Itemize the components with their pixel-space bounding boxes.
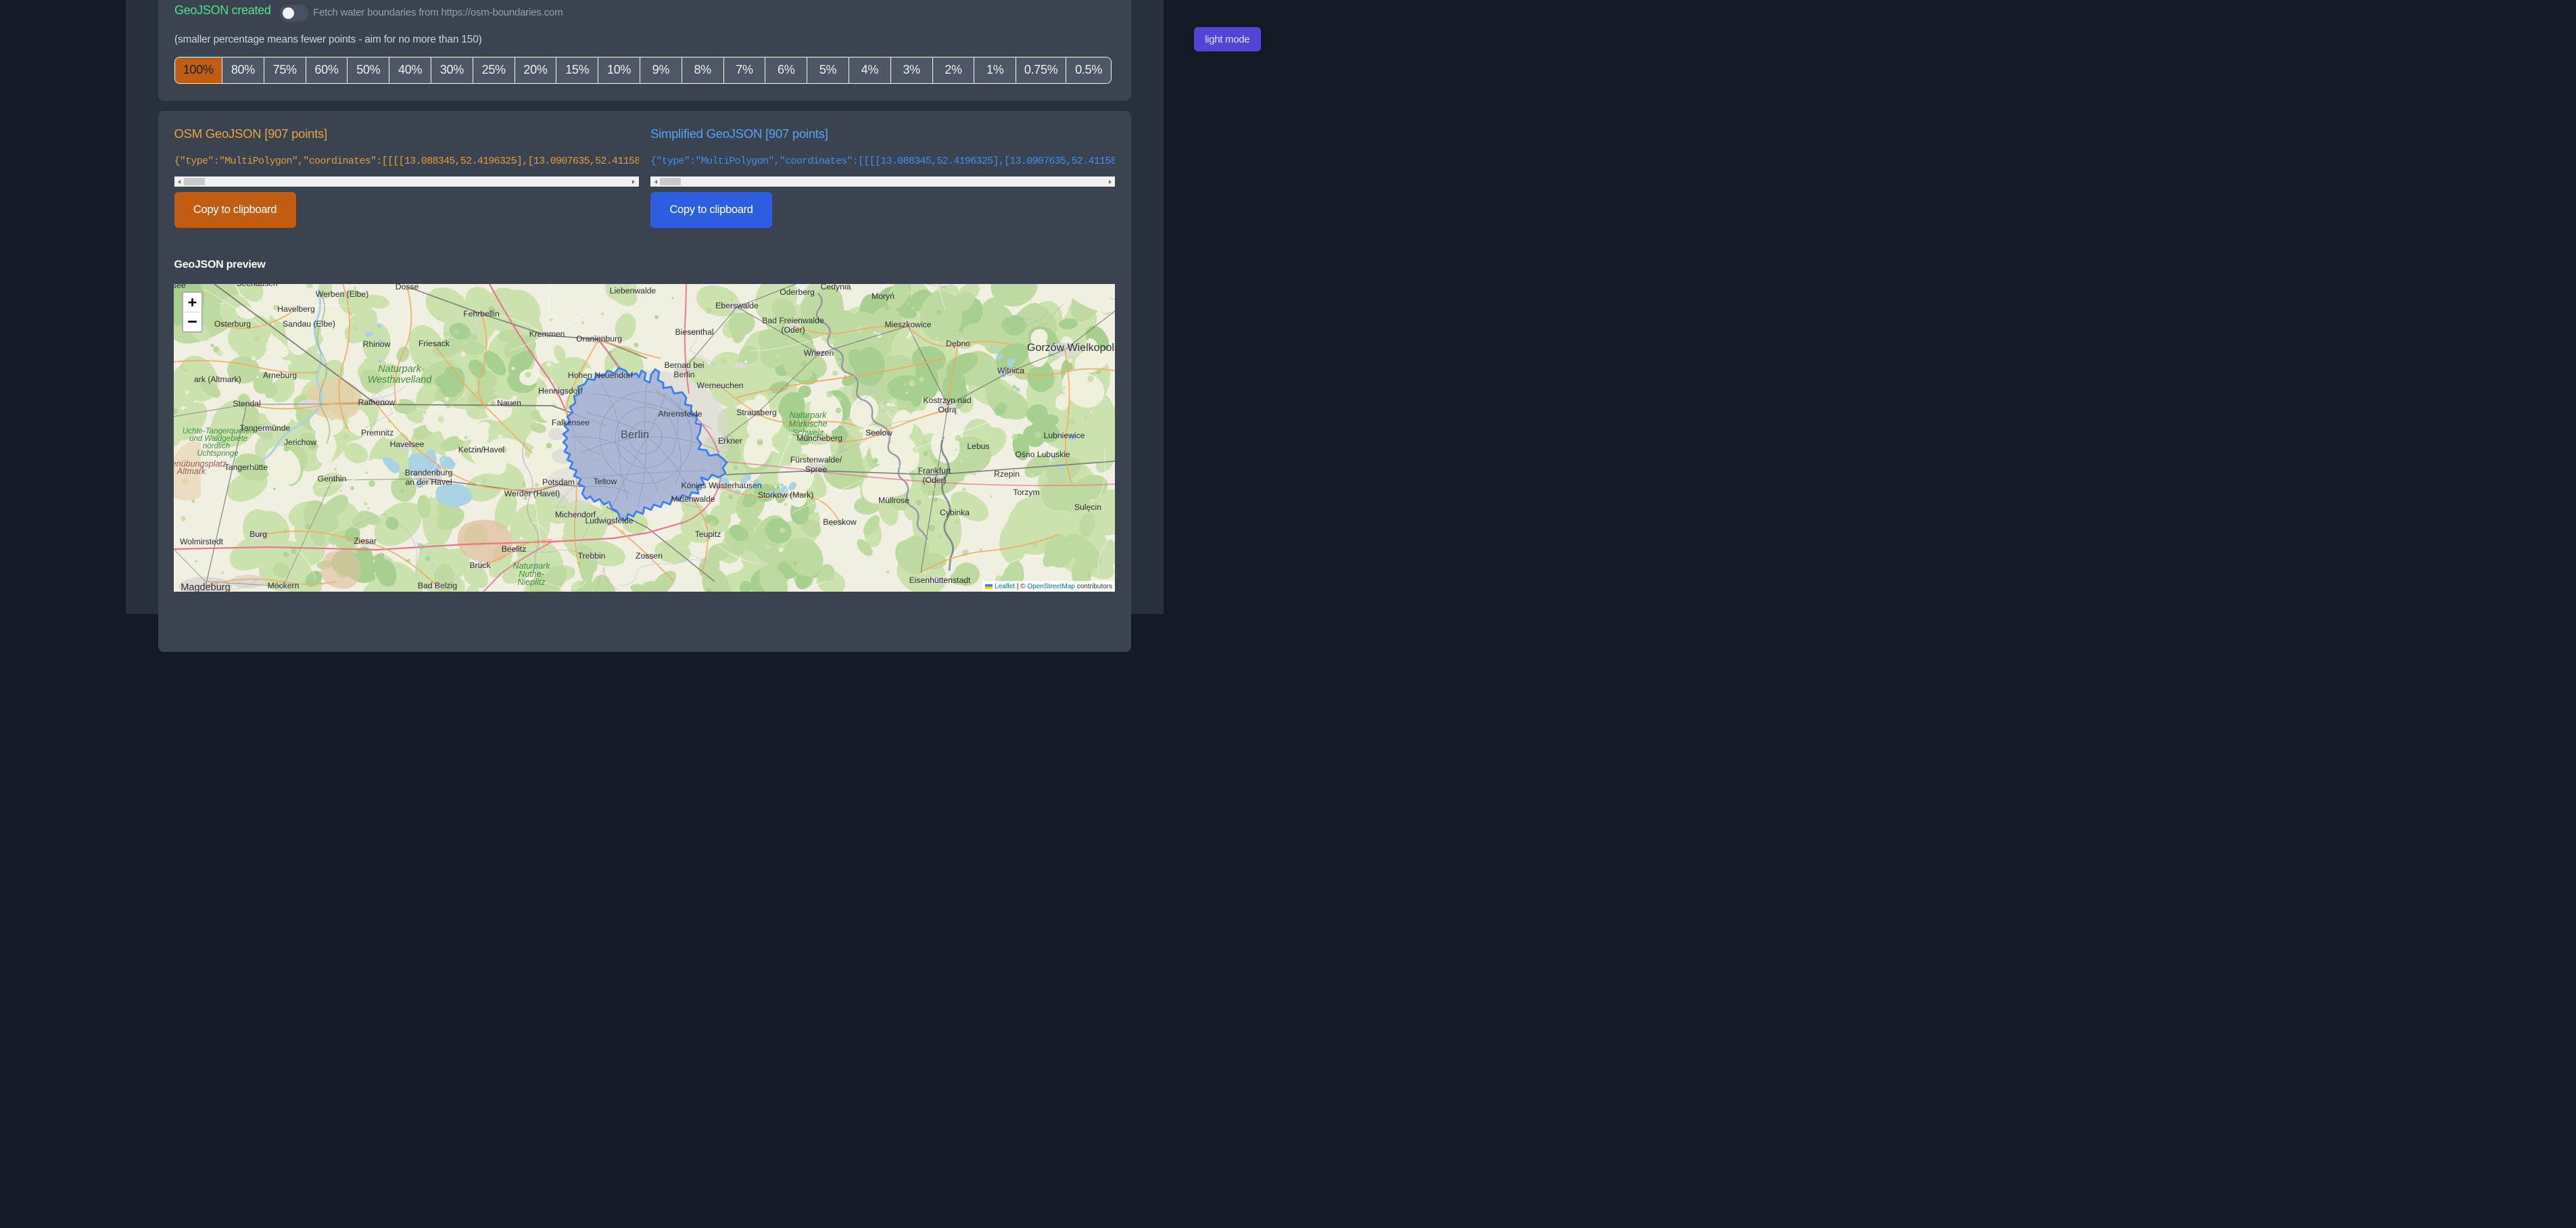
svg-text:Potsdam: Potsdam: [542, 477, 575, 487]
svg-text:Bad Belzig: Bad Belzig: [418, 581, 457, 590]
svg-text:Ludwigsfelde: Ludwigsfelde: [585, 516, 633, 525]
svg-text:Cedynia: Cedynia: [821, 284, 851, 291]
svg-text:Nieplitz: Nieplitz: [518, 577, 546, 587]
svg-text:Königs Wusterhausen: Königs Wusterhausen: [681, 481, 761, 490]
svg-text:Teupitz: Teupitz: [695, 529, 721, 539]
svg-text:Cybinka: Cybinka: [940, 508, 970, 517]
svg-text:Havelberg: Havelberg: [277, 304, 315, 314]
svg-text:Wriezen: Wriezen: [804, 348, 834, 358]
svg-text:Trebbin: Trebbin: [578, 551, 606, 561]
svg-text:Altmark: Altmark: [176, 467, 206, 476]
svg-text:an der Havel: an der Havel: [405, 477, 452, 487]
svg-text:Nauen: Nauen: [497, 398, 521, 408]
svg-text:Westhavelland: Westhavelland: [368, 375, 433, 385]
svg-text:see: see: [174, 284, 186, 290]
svg-text:Oderberg: Oderberg: [780, 287, 815, 297]
svg-text:Erkner: Erkner: [718, 436, 742, 446]
svg-text:Arneburg: Arneburg: [263, 371, 297, 380]
svg-text:Biesenthal: Biesenthal: [675, 327, 714, 337]
svg-text:Jerichow: Jerichow: [284, 438, 316, 447]
svg-text:Brandenburg: Brandenburg: [405, 468, 452, 477]
svg-text:Seelow: Seelow: [865, 428, 892, 438]
svg-text:Premnitz: Premnitz: [361, 428, 393, 438]
svg-text:Witnica: Witnica: [997, 366, 1024, 375]
svg-text:ark (Altmark): ark (Altmark): [194, 375, 241, 384]
svg-text:Gorzów Wielkopolski: Gorzów Wielkopolski: [1027, 342, 1115, 354]
svg-text:Naturpark: Naturpark: [378, 364, 421, 375]
svg-text:Teltow: Teltow: [594, 477, 617, 486]
svg-text:Odrą: Odrą: [938, 405, 956, 415]
svg-text:Ośno Lubuskie: Ośno Lubuskie: [1015, 450, 1070, 459]
svg-text:Eisenhüttenstadt: Eisenhüttenstadt: [909, 575, 971, 585]
svg-text:Möckern: Möckern: [268, 581, 300, 590]
svg-text:Falkensee: Falkensee: [552, 418, 590, 427]
svg-text:Rzepin: Rzepin: [994, 469, 1020, 479]
svg-text:Liebenwalde: Liebenwalde: [610, 286, 657, 296]
svg-text:Werder (Havel): Werder (Havel): [504, 489, 560, 498]
svg-text:(Oder): (Oder): [922, 475, 946, 485]
svg-text:Tangerhütte: Tangerhütte: [224, 463, 268, 472]
svg-text:Genthin: Genthin: [318, 474, 347, 483]
svg-text:Magdeburg: Magdeburg: [181, 582, 230, 592]
svg-text:Mieszkowice: Mieszkowice: [884, 320, 931, 329]
svg-text:Strausberg: Strausberg: [736, 408, 777, 417]
svg-text:Kremmen: Kremmen: [529, 329, 565, 339]
svg-text:(Oder): (Oder): [781, 325, 805, 335]
svg-text:Lebus: Lebus: [967, 442, 989, 451]
svg-text:Rathenow: Rathenow: [358, 398, 396, 407]
svg-text:Eberswalde: Eberswalde: [715, 301, 759, 310]
svg-text:Oranienburg: Oranienburg: [576, 334, 622, 344]
svg-text:Werneuchen: Werneuchen: [697, 381, 744, 390]
svg-text:Spree: Spree: [805, 465, 828, 474]
svg-text:Beeskow: Beeskow: [823, 517, 857, 527]
svg-text:Beelitz: Beelitz: [502, 544, 527, 554]
svg-text:Hohen Neuendorf: Hohen Neuendorf: [568, 371, 634, 380]
svg-text:Friesack: Friesack: [419, 339, 450, 348]
svg-text:Torzym: Torzym: [1013, 488, 1039, 497]
svg-text:Dosse: Dosse: [396, 284, 419, 291]
svg-text:Bernau bei: Bernau bei: [665, 360, 705, 370]
svg-text:Berlin: Berlin: [621, 429, 649, 441]
svg-text:Ketzin/Havel: Ketzin/Havel: [458, 445, 504, 454]
svg-text:Märkische: Märkische: [789, 419, 828, 429]
svg-text:Frankfurt: Frankfurt: [918, 466, 951, 475]
svg-text:Schweiz: Schweiz: [792, 428, 824, 438]
svg-text:Brück: Brück: [469, 561, 491, 570]
svg-text:Rhinow: Rhinow: [363, 339, 391, 349]
svg-text:Fürstenwalde/: Fürstenwalde/: [790, 455, 842, 465]
svg-text:Havelsee: Havelsee: [390, 440, 425, 449]
svg-text:Werben (Elbe): Werben (Elbe): [316, 289, 368, 299]
svg-text:Fehrbellin: Fehrbellin: [463, 309, 500, 318]
svg-text:Ahrensfelde: Ahrensfelde: [658, 409, 702, 419]
svg-text:Seehausen: Seehausen: [236, 284, 278, 288]
svg-text:Zossen: Zossen: [636, 551, 663, 561]
svg-text:Hennigsdorf: Hennigsdorf: [538, 386, 583, 396]
svg-text:Uchtspringe: Uchtspringe: [197, 450, 238, 458]
svg-text:Müllrose: Müllrose: [878, 496, 909, 505]
svg-text:Dębno: Dębno: [946, 339, 970, 348]
svg-text:Kostrzyn nad: Kostrzyn nad: [923, 396, 971, 405]
svg-text:Mittenwalde: Mittenwalde: [671, 494, 715, 504]
svg-text:Moryń: Moryń: [872, 291, 895, 301]
svg-text:Lubniewice: Lubniewice: [1044, 431, 1085, 440]
svg-text:Bad Freienwalde: Bad Freienwalde: [762, 316, 824, 325]
svg-text:Stendal: Stendal: [233, 399, 260, 408]
svg-text:Wolmirstedt: Wolmirstedt: [180, 537, 224, 546]
svg-text:Ziesar: Ziesar: [354, 536, 377, 546]
svg-text:Burg: Burg: [249, 529, 267, 539]
svg-text:Sulęcin: Sulęcin: [1074, 502, 1101, 512]
svg-text:Storkow (Mark): Storkow (Mark): [758, 490, 814, 500]
svg-text:Berlin: Berlin: [673, 370, 694, 379]
svg-text:Osterburg: Osterburg: [214, 319, 251, 329]
svg-text:Sandau (Elbe): Sandau (Elbe): [283, 319, 335, 329]
svg-text:Naturpark: Naturpark: [790, 410, 828, 420]
